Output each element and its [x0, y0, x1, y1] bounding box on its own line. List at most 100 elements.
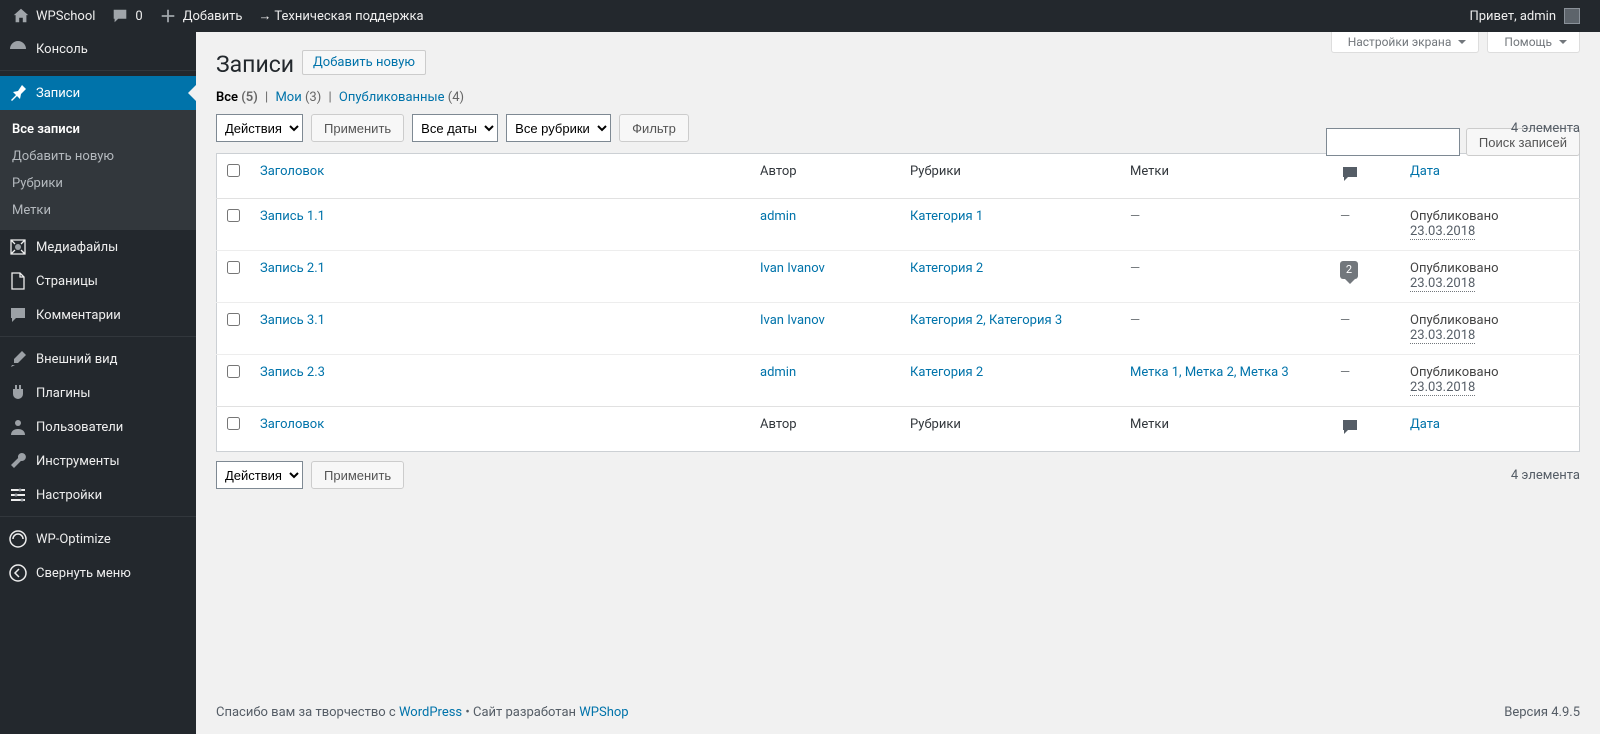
submenu-tags[interactable]: Метки	[0, 197, 196, 224]
table-row: Запись 3.1 Ivan Ivanov Категория 2, Катего…	[217, 303, 1580, 355]
post-categories[interactable]: Категория 1	[910, 209, 983, 224]
menu-users[interactable]: Пользователи	[0, 410, 196, 444]
adminbar-add-new[interactable]: Добавить	[151, 0, 251, 32]
filter-category-select[interactable]: Все рубрики	[506, 114, 611, 142]
post-categories[interactable]: Категория 2	[910, 365, 983, 380]
table-row: Запись 2.3 admin Категория 2 Метка 1, Метка…	[217, 355, 1580, 407]
filter-mine[interactable]: Мои (3)	[275, 90, 321, 105]
adminbar-site-link[interactable]: WPSchool	[4, 0, 103, 32]
filter-button[interactable]: Фильтр	[619, 114, 689, 142]
tablenav-top: Действия Применить Все даты Все рубрики …	[216, 111, 1580, 145]
sliders-icon	[8, 485, 28, 505]
post-author-link[interactable]: Ivan Ivanov	[760, 313, 825, 328]
post-date: Опубликовано23.03.2018	[1400, 251, 1580, 303]
screen-options-button[interactable]: Настройки экрана	[1331, 32, 1480, 53]
post-comments-empty: —	[1330, 303, 1400, 355]
post-comments-count[interactable]: 2	[1340, 261, 1358, 279]
footer-wordpress-link[interactable]: WordPress	[399, 705, 462, 720]
help-button[interactable]: Помощь	[1487, 32, 1580, 53]
row-checkbox[interactable]	[227, 261, 240, 274]
admin-bar: WPSchool 0 Добавить → Техническая поддер…	[0, 0, 1600, 32]
row-checkbox[interactable]	[227, 365, 240, 378]
post-status-filters: Все (5) | Мои (3) | Опубликованные (4)	[216, 90, 1580, 105]
bulk-apply-bottom[interactable]: Применить	[311, 461, 404, 489]
menu-plugins[interactable]: Плагины	[0, 376, 196, 410]
comment-icon	[8, 305, 28, 325]
submenu-posts: Все записи Добавить новую Рубрики Метки	[0, 110, 196, 230]
menu-media[interactable]: Медиафайлы	[0, 230, 196, 264]
pin-icon	[8, 83, 28, 103]
screen-meta-links: Настройки экрана Помощь	[1331, 32, 1580, 53]
adminbar-support-link[interactable]: → Техническая поддержка	[250, 0, 431, 32]
menu-collapse[interactable]: Свернуть меню	[0, 556, 196, 590]
menu-posts[interactable]: Записи	[0, 76, 196, 110]
col-date-foot[interactable]: Дата	[1400, 407, 1580, 452]
dashboard-icon	[8, 39, 28, 59]
menu-appearance[interactable]: Внешний вид	[0, 342, 196, 376]
post-tags-empty: —	[1120, 303, 1330, 355]
filter-all[interactable]: Все (5)	[216, 90, 258, 105]
adminbar-user-menu[interactable]: Привет, admin	[1461, 0, 1588, 32]
adminbar-support-label: → Техническая поддержка	[258, 8, 423, 24]
post-date: Опубликовано23.03.2018	[1400, 355, 1580, 407]
post-author-link[interactable]: admin	[760, 209, 796, 224]
post-date: Опубликовано23.03.2018	[1400, 303, 1580, 355]
submenu-all-posts[interactable]: Все записи	[0, 116, 196, 143]
col-title-foot[interactable]: Заголовок	[250, 407, 750, 452]
adminbar-greeting: Привет, admin	[1469, 9, 1556, 24]
select-all-bottom[interactable]	[227, 417, 240, 430]
col-date[interactable]: Дата	[1400, 154, 1580, 199]
adminbar-comments-count: 0	[135, 9, 142, 24]
bulk-action-select-top[interactable]: Действия	[216, 114, 303, 142]
menu-wp-optimize[interactable]: WP-Optimize	[0, 522, 196, 556]
col-author-foot: Автор	[750, 407, 900, 452]
menu-dashboard[interactable]: Консоль	[0, 32, 196, 66]
post-title-link[interactable]: Запись 3.1	[260, 313, 325, 328]
col-comments[interactable]	[1330, 154, 1400, 199]
plus-icon	[159, 7, 177, 25]
post-title-link[interactable]: Запись 2.3	[260, 365, 325, 380]
submenu-add-post[interactable]: Добавить новую	[0, 143, 196, 170]
post-author-link[interactable]: admin	[760, 365, 796, 380]
col-title[interactable]: Заголовок	[250, 154, 750, 199]
row-checkbox[interactable]	[227, 209, 240, 222]
wrench-icon	[8, 451, 28, 471]
menu-comments[interactable]: Комментарии	[0, 298, 196, 332]
post-title-link[interactable]: Запись 2.1	[260, 261, 325, 276]
post-categories[interactable]: Категория 2	[910, 261, 983, 276]
footer-credits: Спасибо вам за творчество с WordPress • …	[216, 705, 629, 720]
plugin-icon	[8, 383, 28, 403]
add-new-post-button[interactable]: Добавить новую	[302, 50, 426, 75]
post-categories[interactable]: Категория 2, Категория 3	[910, 313, 1062, 328]
bulk-action-select-bottom[interactable]: Действия	[216, 461, 303, 489]
adminbar-comments-link[interactable]: 0	[103, 0, 150, 32]
post-comments-empty: —	[1330, 199, 1400, 251]
comment-icon	[1340, 164, 1360, 184]
row-checkbox[interactable]	[227, 313, 240, 326]
col-comments-foot[interactable]	[1330, 407, 1400, 452]
footer-wpshop-link[interactable]: WPShop	[579, 705, 628, 720]
bulk-apply-top[interactable]: Применить	[311, 114, 404, 142]
post-author-link[interactable]: Ivan Ivanov	[760, 261, 825, 276]
posts-table: Заголовок Автор Рубрики Метки Дата Запис…	[216, 153, 1580, 452]
post-date: Опубликовано23.03.2018	[1400, 199, 1580, 251]
admin-footer: Спасибо вам за творчество с WordPress • …	[196, 691, 1600, 734]
main-content: Настройки экрана Помощь Записи Добавить …	[196, 32, 1600, 734]
menu-settings[interactable]: Настройки	[0, 478, 196, 512]
page-title: Записи	[216, 42, 294, 82]
post-title-link[interactable]: Запись 1.1	[260, 209, 325, 224]
post-comments-empty: —	[1330, 355, 1400, 407]
menu-tools[interactable]: Инструменты	[0, 444, 196, 478]
table-row: Запись 1.1adminКатегория 1——Опубликовано…	[217, 199, 1580, 251]
select-all-top[interactable]	[227, 164, 240, 177]
brush-icon	[8, 349, 28, 369]
items-count-top: 4 элемента	[1511, 121, 1580, 136]
filter-date-select[interactable]: Все даты	[412, 114, 498, 142]
post-tags[interactable]: Метка 1, Метка 2, Метка 3	[1130, 365, 1289, 380]
user-avatar	[1564, 8, 1580, 24]
filter-published[interactable]: Опубликованные (4)	[339, 90, 464, 105]
menu-pages[interactable]: Страницы	[0, 264, 196, 298]
admin-sidebar: Консоль Записи Все записи Добавить новую…	[0, 32, 196, 734]
submenu-categories[interactable]: Рубрики	[0, 170, 196, 197]
adminbar-site-name: WPSchool	[36, 9, 95, 24]
